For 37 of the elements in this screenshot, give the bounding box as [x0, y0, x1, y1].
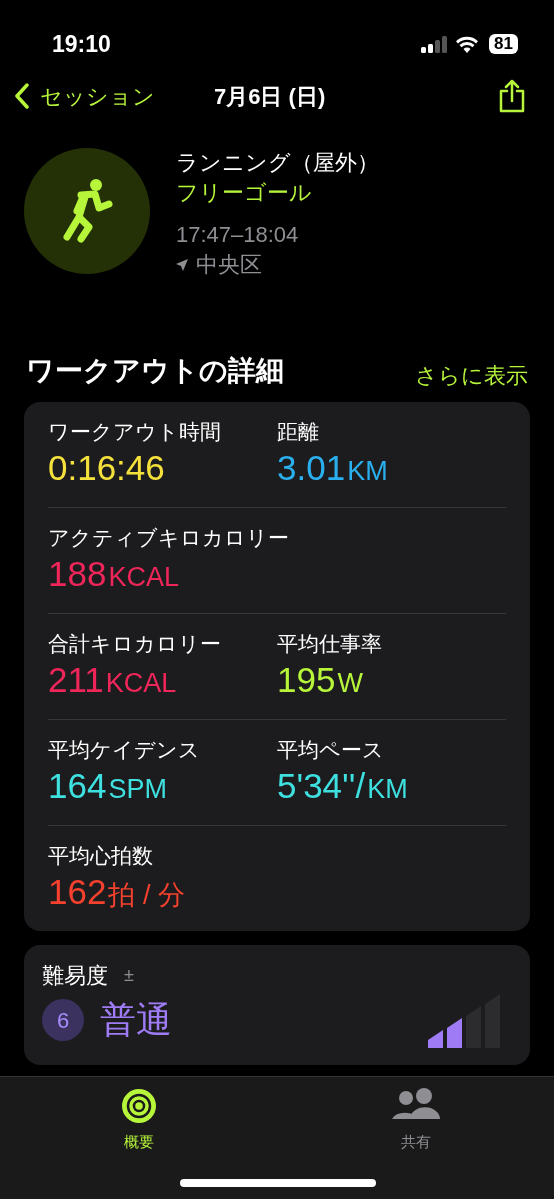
- chevron-left-icon: [14, 83, 30, 109]
- metric-value: 164SPM: [48, 765, 168, 807]
- tab[interactable]: 共有: [277, 1087, 554, 1199]
- metric-label: 平均仕事率: [277, 631, 383, 657]
- signal-icon: [421, 35, 448, 53]
- metric-value: 0:16:46: [48, 447, 166, 489]
- metric-value: 5'34''/KM: [277, 765, 409, 807]
- status-time: 19:10: [52, 29, 111, 59]
- time-range: 17:47–18:04: [176, 221, 300, 249]
- metric-label: 合計キロカロリー: [48, 631, 222, 657]
- metric-value: 195W: [277, 659, 364, 701]
- workout-goal: フリーゴール: [176, 179, 313, 207]
- metric-label: 平均ペース: [277, 737, 385, 763]
- location-arrow-icon: [176, 259, 188, 271]
- metric-label: ワークアウト時間: [48, 419, 222, 445]
- workout-type: ランニング（屋外）: [176, 149, 379, 177]
- metric-label: 平均心拍数: [48, 843, 154, 869]
- section-title: ワークアウトの詳細: [26, 354, 284, 388]
- difficulty-label: 普通: [100, 998, 172, 1042]
- battery-icon: 81: [489, 34, 518, 54]
- share-button[interactable]: [498, 79, 526, 113]
- show-more-link[interactable]: さらに表示: [415, 359, 528, 392]
- metric-value: 3.01KM: [277, 447, 389, 489]
- metric-value: 162拍 / 分: [48, 871, 186, 913]
- wifi-icon: [455, 35, 480, 53]
- location: 中央区: [196, 251, 262, 279]
- adjust-button[interactable]: ±: [124, 962, 134, 989]
- metric-label: 距離: [277, 419, 320, 445]
- difficulty-title: 難易度: [42, 962, 108, 990]
- metric-label: 平均ケイデンス: [48, 737, 201, 763]
- rings-icon: [119, 1087, 158, 1125]
- metric-label: アクティブキロカロリー: [48, 525, 290, 551]
- metric-value: 211 KCAL: [48, 659, 178, 701]
- nav-title: 7月6日 (日): [214, 82, 326, 111]
- back-button[interactable]: セッション: [14, 79, 155, 113]
- metric-value: 188KCAL: [48, 553, 180, 595]
- difficulty-score: 6: [42, 999, 84, 1041]
